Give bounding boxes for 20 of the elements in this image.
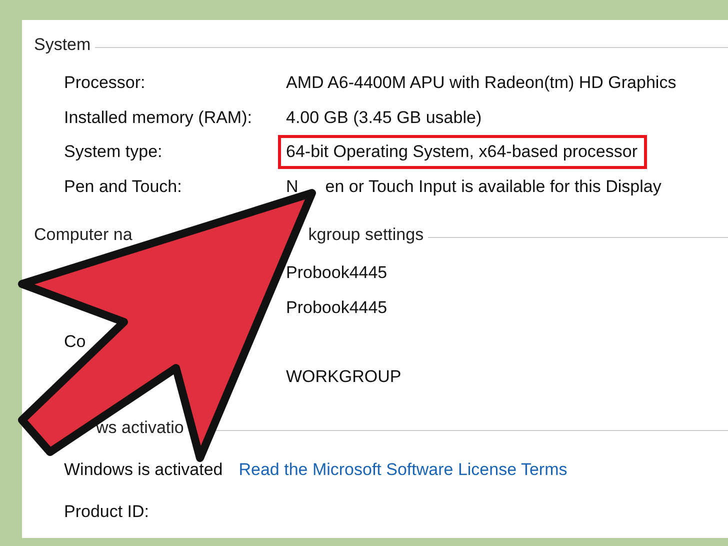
field-value: AMD A6-4400M APU with Radeon(tm) HD Graphics	[286, 73, 676, 94]
field-value: Probook4445	[286, 263, 388, 284]
field-label: System type:	[64, 142, 162, 162]
activation-status: Windows is activated	[63, 460, 223, 480]
field-value: N	[286, 176, 298, 197]
section-title: ws activatio	[96, 418, 184, 438]
field-value: Probook4445	[286, 298, 388, 318]
section-title: kgroup settings	[308, 225, 424, 245]
field-value: 4.00 GB (3.45 GB usable)	[286, 108, 482, 128]
field-label: Product ID:	[64, 502, 150, 521]
section-title: Computer na	[34, 225, 132, 245]
field-label: Co	[64, 332, 86, 352]
field-value: 64-bit Operating System, x64-based processor	[286, 142, 638, 162]
field-label: Pen and Touch:	[64, 176, 182, 196]
field-value: WORKGROUP	[286, 366, 402, 387]
section-title: System	[34, 35, 91, 55]
field-label: Processor:	[64, 73, 146, 92]
field-value: en or Touch Input is available for this Display	[325, 176, 662, 197]
field-label: Installed memory (RAM):	[64, 108, 252, 127]
license-terms-link[interactable]: Read the Microsoft Software License Terms	[238, 460, 568, 480]
